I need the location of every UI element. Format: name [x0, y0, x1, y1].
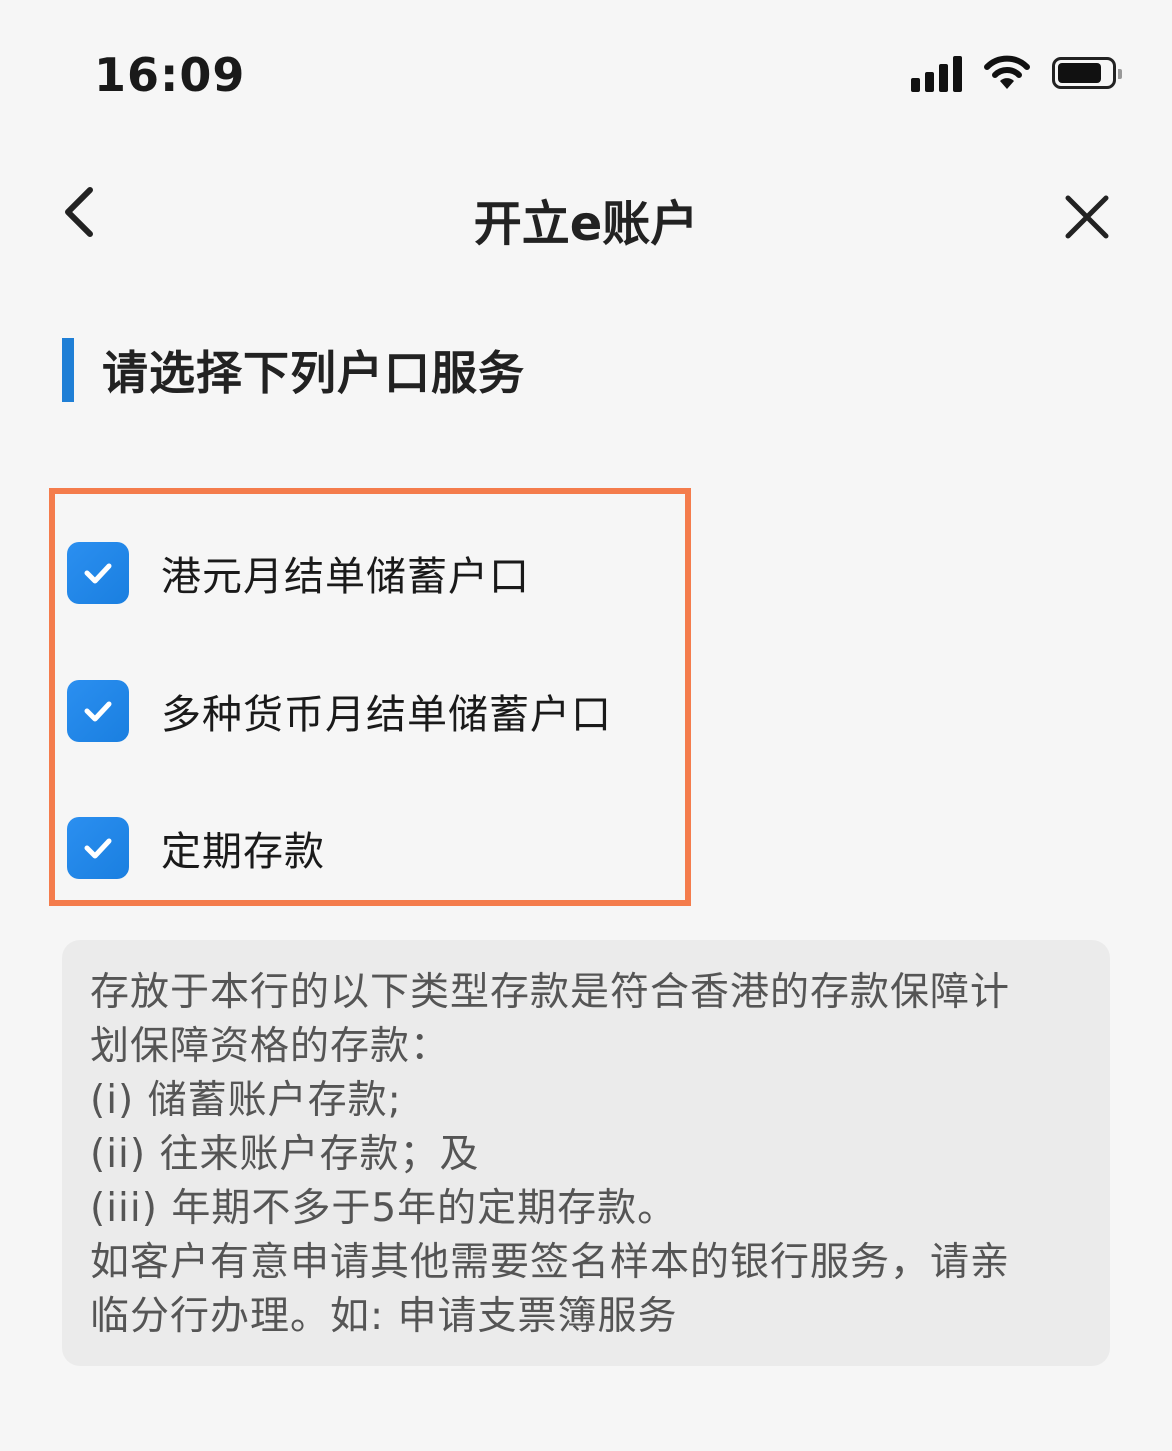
checkmark-icon [84, 701, 112, 722]
option-hkd-savings[interactable]: 港元月结单储蓄户口 [67, 542, 530, 604]
service-options-highlight: 港元月结单储蓄户口 多种货币月结单储蓄户口 定期存款 [49, 488, 691, 906]
option-time-deposit[interactable]: 定期存款 [67, 817, 325, 879]
option-label: 定期存款 [161, 829, 325, 875]
page-title: 开立e账户 [473, 196, 699, 252]
checkmark-icon [84, 563, 112, 584]
notice-line: 临分行办理。如: 申请支票簿服务 [90, 1294, 678, 1339]
deposit-protection-notice: 存放于本行的以下类型存款是符合香港的存款保障计 划保障资格的存款： (i) 储蓄… [62, 940, 1110, 1366]
option-label: 港元月结单储蓄户口 [161, 554, 530, 600]
notice-line: 存放于本行的以下类型存款是符合香港的存款保障计 [90, 970, 1011, 1015]
checkbox-multi-currency-savings[interactable] [67, 680, 129, 742]
notice-line: (ii) 往来账户存款；及 [90, 1132, 480, 1177]
notice-line: (iii) 年期不多于5年的定期存款。 [90, 1186, 678, 1231]
option-label: 多种货币月结单储蓄户口 [161, 692, 612, 738]
nav-bar: 开立e账户 [0, 160, 1172, 270]
close-icon [1065, 195, 1109, 239]
checkbox-time-deposit[interactable] [67, 817, 129, 879]
status-icons [911, 54, 1122, 92]
section-title: 请选择下列户口服务 [102, 346, 525, 400]
section-accent-bar [62, 338, 74, 402]
checkmark-icon [84, 838, 112, 859]
status-time: 16:09 [94, 48, 246, 102]
option-multi-currency-savings[interactable]: 多种货币月结单储蓄户口 [67, 680, 612, 742]
notice-line: (i) 储蓄账户存款; [90, 1078, 402, 1123]
status-bar: 16:09 [0, 0, 1172, 150]
cellular-signal-icon [911, 54, 962, 92]
section-header: 请选择下列户口服务 [62, 338, 525, 402]
notice-line: 如客户有意申请其他需要签名样本的银行服务，请亲 [90, 1240, 1011, 1285]
battery-icon [1052, 57, 1122, 89]
checkbox-hkd-savings[interactable] [67, 542, 129, 604]
close-button[interactable] [1052, 182, 1122, 252]
wifi-icon [984, 55, 1030, 89]
notice-line: 划保障资格的存款： [90, 1024, 451, 1069]
